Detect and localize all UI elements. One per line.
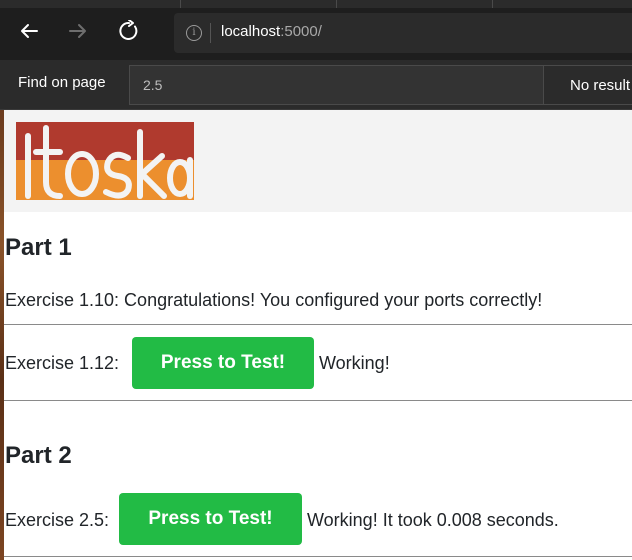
exercise-1-12-test-button[interactable]: Press to Test! (132, 337, 314, 389)
divider (4, 556, 632, 557)
exercise-2-5-status: Working! It took 0.008 seconds. (307, 510, 559, 530)
arrow-right-icon (69, 24, 86, 38)
part2-heading: Part 2 (5, 442, 72, 469)
reload-button[interactable] (115, 17, 143, 45)
address-bar[interactable]: i localhost:5000/ (174, 13, 632, 53)
logo-banner (4, 110, 632, 212)
arrow-left-icon (21, 24, 38, 38)
exercise-1-10-text: Exercise 1.10: Congratulations! You conf… (5, 290, 543, 310)
divider (4, 400, 632, 401)
url-text[interactable]: localhost:5000/ (221, 23, 322, 40)
divider (4, 324, 632, 325)
page-content: Part 1 Exercise 1.10: Congratulations! Y… (4, 110, 632, 560)
find-input[interactable] (129, 65, 544, 105)
tab-strip (0, 0, 632, 8)
url-port: :5000/ (280, 23, 322, 40)
exercise-2-5-label: Exercise 2.5: (5, 510, 110, 530)
itoska-logo (16, 122, 194, 200)
url-host: localhost (221, 23, 281, 40)
forward-button[interactable] (64, 17, 92, 45)
part1-heading: Part 1 (5, 234, 72, 261)
find-bar: Find on page No result (0, 60, 632, 110)
info-icon[interactable]: i (186, 25, 202, 41)
find-result-box: No result (543, 65, 632, 105)
exercise-1-12-status: Working! (319, 353, 390, 373)
find-result-text: No result (570, 77, 631, 94)
find-label: Find on page (18, 74, 106, 91)
exercise-1-12-label: Exercise 1.12: (5, 353, 120, 373)
reload-icon (119, 20, 138, 40)
address-divider (210, 23, 211, 43)
exercise-2-5-test-button[interactable]: Press to Test! (119, 493, 302, 545)
back-button[interactable] (15, 17, 43, 45)
browser-toolbar: i localhost:5000/ (0, 0, 632, 60)
